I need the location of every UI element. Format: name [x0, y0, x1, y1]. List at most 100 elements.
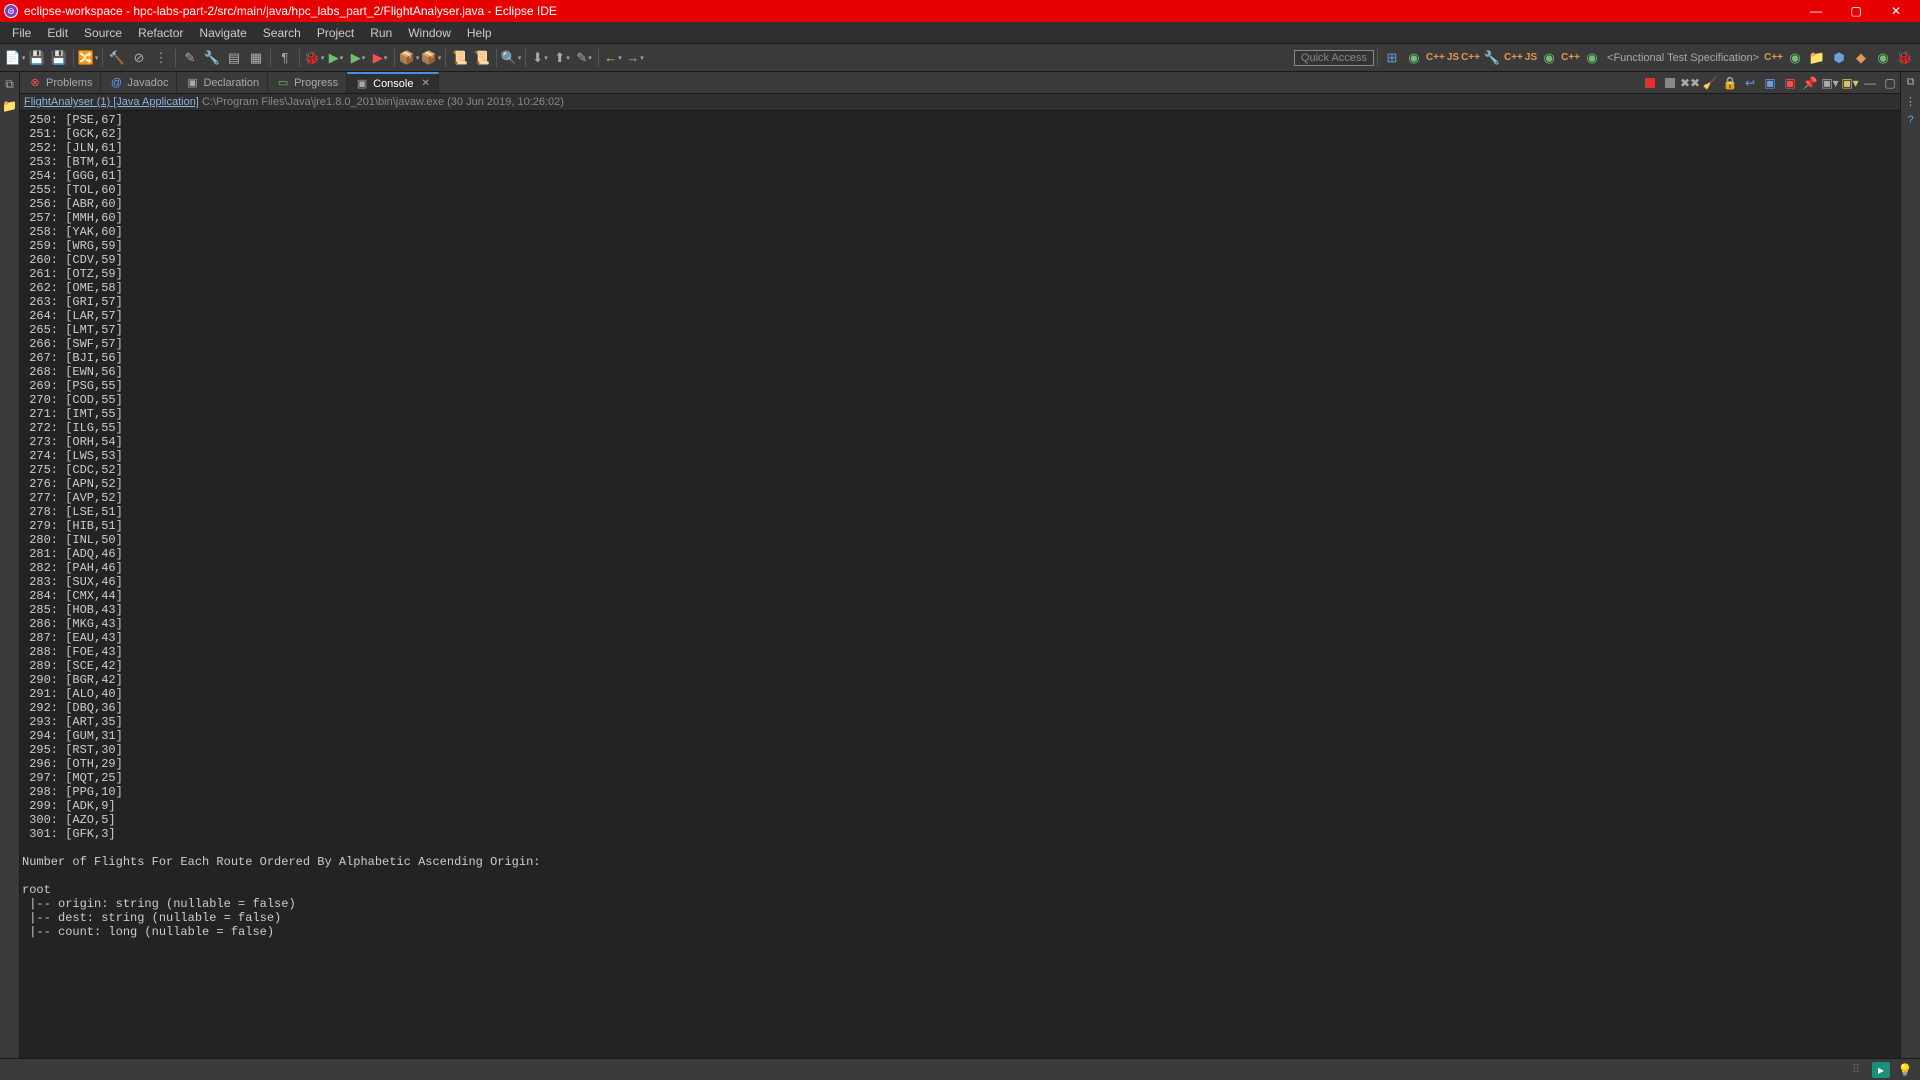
coverage-button[interactable]: ▶ [348, 48, 368, 68]
last-edit-button[interactable]: ✎ [574, 48, 594, 68]
menu-edit[interactable]: Edit [39, 24, 76, 42]
terminate-button[interactable] [1641, 74, 1659, 92]
maximize-view-button[interactable]: ▢ [1881, 74, 1899, 92]
menu-file[interactable]: File [4, 24, 39, 42]
show-whitespace-button[interactable]: ¶ [275, 48, 295, 68]
pin-console-button[interactable]: 📌 [1801, 74, 1819, 92]
status-drag-handle: ⠿ [1852, 1063, 1858, 1076]
annotation-prev-button[interactable]: ⬇ [530, 48, 550, 68]
declaration-icon: ▣ [185, 76, 199, 90]
search-button[interactable]: 🔍 [501, 48, 521, 68]
perspective-cpp3-button[interactable]: C++ [1504, 48, 1523, 68]
perspective-other2-button[interactable]: ◆ [1851, 48, 1871, 68]
close-icon[interactable]: ✕ [421, 78, 429, 89]
save-all-button[interactable]: 💾 [49, 48, 69, 68]
toolbar-separator [445, 49, 446, 67]
status-tip-icon[interactable]: 💡 [1896, 1062, 1914, 1078]
debug-button[interactable]: 🐞 [304, 48, 324, 68]
problems-icon: ⊗ [28, 76, 42, 90]
toggle-block-button[interactable]: ▦ [246, 48, 266, 68]
menu-search[interactable]: Search [255, 24, 309, 42]
perspective-test-button[interactable]: ◉ [1582, 48, 1602, 68]
show-on-stdout-button[interactable]: ▣ [1761, 74, 1779, 92]
restore-view-icon[interactable]: ⧉ [2, 76, 18, 92]
perspective-js2-button[interactable]: JS [1525, 48, 1537, 68]
perspective-other3-button[interactable]: ◉ [1873, 48, 1893, 68]
remove-launch-button[interactable] [1661, 74, 1679, 92]
forward-history-button[interactable]: → [625, 48, 645, 68]
window-titlebar: ⊜ eclipse-workspace - hpc-labs-part-2/sr… [0, 0, 1920, 22]
menu-run[interactable]: Run [362, 24, 400, 42]
tab-declaration[interactable]: ▣ Declaration [177, 72, 268, 93]
new-package-button[interactable]: 📦 [399, 48, 419, 68]
console-output[interactable]: 250: [PSE,67] 251: [GCK,62] 252: [JLN,61… [20, 111, 1900, 1058]
close-button[interactable]: ✕ [1876, 0, 1916, 22]
toolbar-separator [299, 49, 300, 67]
toggle-mark-button[interactable]: ▤ [224, 48, 244, 68]
perspective-cpp2-button[interactable]: C++ [1461, 48, 1480, 68]
open-type-button[interactable]: ✎ [180, 48, 200, 68]
open-type-button-2[interactable]: 📜 [472, 48, 492, 68]
tab-javadoc[interactable]: @ Javadoc [101, 72, 177, 93]
menu-window[interactable]: Window [400, 24, 459, 42]
menu-help[interactable]: Help [459, 24, 500, 42]
console-launch-info: FlightAnalyser (1) [Java Application] C:… [20, 94, 1900, 111]
menu-project[interactable]: Project [309, 24, 362, 42]
menu-navigate[interactable]: Navigate [191, 24, 254, 42]
scroll-lock-button[interactable]: 🔒 [1721, 74, 1739, 92]
build-button[interactable]: 🔨 [107, 48, 127, 68]
javadoc-icon: @ [109, 76, 123, 90]
switch-button[interactable]: 🔀 [78, 48, 98, 68]
toggle-button[interactable]: ⋮ [151, 48, 171, 68]
new-button[interactable]: 📄 [5, 48, 25, 68]
menu-bar: File Edit Source Refactor Navigate Searc… [0, 22, 1920, 44]
perspective-java2-button[interactable]: ◉ [1539, 48, 1559, 68]
perspective-cpp5-button[interactable]: C++ [1764, 48, 1783, 68]
open-task-button[interactable]: 🔧 [202, 48, 222, 68]
remove-all-button[interactable]: ✖✖ [1681, 74, 1699, 92]
status-terminal-icon[interactable]: ▸ [1872, 1062, 1890, 1078]
minimize-button[interactable]: — [1796, 0, 1836, 22]
menu-source[interactable]: Source [76, 24, 130, 42]
new-class-button[interactable]: 📦 [421, 48, 441, 68]
restore-view-right-icon[interactable]: ⧉ [1907, 76, 1915, 89]
word-wrap-button[interactable]: ↩ [1741, 74, 1759, 92]
perspective-js-button[interactable]: JS [1447, 48, 1459, 68]
menu-refactor[interactable]: Refactor [130, 24, 191, 42]
skip-breakpoints-button[interactable]: ⊘ [129, 48, 149, 68]
perspective-label[interactable]: <Functional Test Specification> [1603, 52, 1763, 64]
profile-button[interactable]: ▶ [370, 48, 390, 68]
perspective-resource-button[interactable]: 📁 [1807, 48, 1827, 68]
perspective-git-button[interactable]: ◉ [1785, 48, 1805, 68]
perspective-other4-button[interactable]: 🐞 [1895, 48, 1915, 68]
perspective-debug-button[interactable]: 🔧 [1482, 48, 1502, 68]
tab-console[interactable]: ▣ Console ✕ [347, 72, 439, 93]
display-console-button[interactable]: ▣▾ [1821, 74, 1839, 92]
tab-problems[interactable]: ⊗ Problems [20, 72, 101, 93]
toolbar-separator [1377, 49, 1378, 67]
perspective-java-button[interactable]: ◉ [1404, 48, 1424, 68]
clear-console-button[interactable]: 🧹 [1701, 74, 1719, 92]
quick-access-input[interactable]: Quick Access [1294, 50, 1374, 66]
run-button[interactable]: ▶ [326, 48, 346, 68]
perspective-other1-button[interactable]: ⬢ [1829, 48, 1849, 68]
window-title: eclipse-workspace - hpc-labs-part-2/src/… [24, 4, 1796, 18]
open-console-button[interactable]: ▣▾ [1841, 74, 1859, 92]
perspective-cpp-button[interactable]: C++ [1426, 48, 1445, 68]
annotation-next-button[interactable]: ⬆ [552, 48, 572, 68]
outline-icon[interactable]: ⋮ [1905, 95, 1916, 108]
maximize-button[interactable]: ▢ [1836, 0, 1876, 22]
tab-progress[interactable]: ▭ Progress [268, 72, 347, 93]
help-icon[interactable]: ? [1907, 114, 1913, 126]
package-explorer-icon[interactable]: 📁 [2, 98, 18, 114]
toolbar-separator [270, 49, 271, 67]
minimize-view-button[interactable]: — [1861, 74, 1879, 92]
open-type-hierarchy-button[interactable]: 📜 [450, 48, 470, 68]
perspective-cpp4-button[interactable]: C++ [1561, 48, 1580, 68]
tab-problems-label: Problems [46, 77, 92, 89]
show-on-stderr-button[interactable]: ▣ [1781, 74, 1799, 92]
perspective-open-button[interactable]: ⊞ [1382, 48, 1402, 68]
toolbar-separator [102, 49, 103, 67]
back-history-button[interactable]: ← [603, 48, 623, 68]
save-button[interactable]: 💾 [27, 48, 47, 68]
